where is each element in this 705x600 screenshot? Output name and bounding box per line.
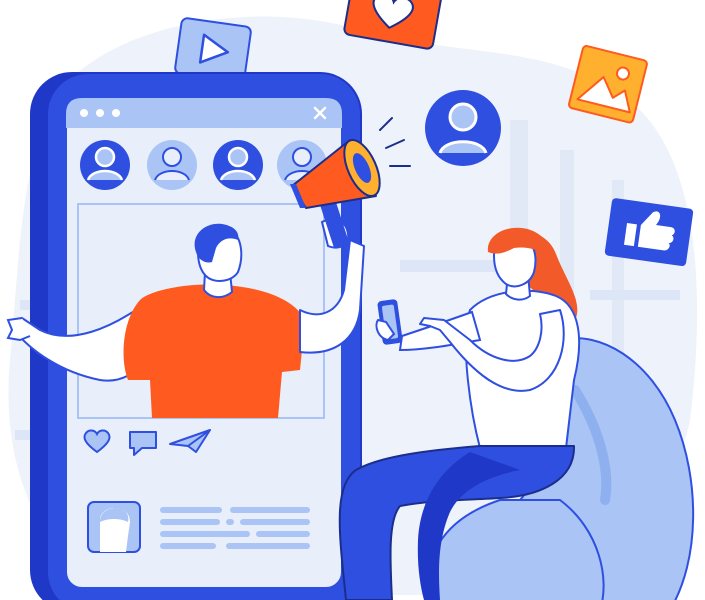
avatar: [80, 140, 130, 190]
window-dot: [80, 109, 88, 117]
thumbs-up-icon: [604, 198, 694, 267]
window-dot: [112, 109, 120, 117]
avatar: [147, 140, 197, 190]
illustration-canvas: [6, 0, 698, 600]
window-dot: [96, 109, 104, 117]
social-media-marketing-illustration: [0, 0, 705, 600]
avatar: [213, 140, 263, 190]
user-icon: [425, 90, 501, 166]
